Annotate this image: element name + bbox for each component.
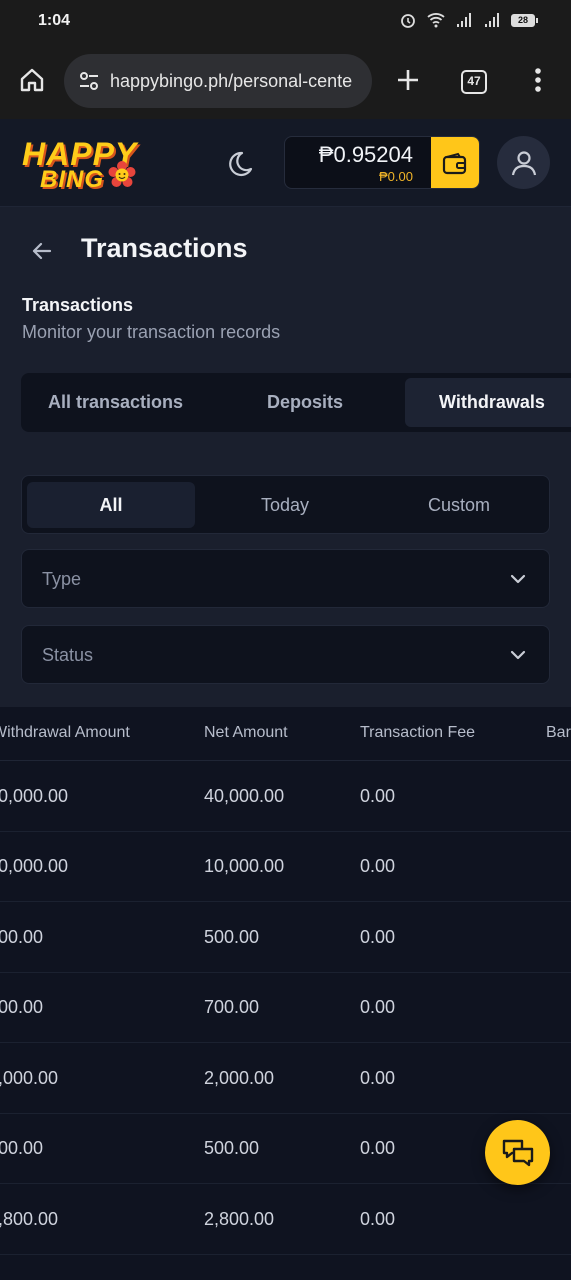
site-logo[interactable]: HAPPY BING (22, 137, 144, 193)
table-header: Withdrawal Amount Net Amount Transaction… (0, 707, 571, 761)
home-icon (20, 68, 44, 92)
chevron-down-icon (510, 574, 526, 584)
browser-toolbar: happybingo.ph/personal-cente 47 (0, 44, 571, 119)
cell-transaction-fee: 0.00 (360, 1209, 396, 1229)
home-button[interactable] (14, 62, 50, 98)
status-time: 1:04 (38, 12, 71, 29)
bonus-amount: ₱0.00 (379, 169, 413, 184)
type-select[interactable]: Type (21, 549, 550, 608)
battery-icon: 28 (511, 13, 538, 27)
cell-withdrawal-amount: 00.00 (0, 927, 44, 947)
table-row: 0,000.00 40,000.00 0.00 (0, 761, 571, 832)
page-title: Transactions (81, 233, 248, 263)
table-row: 00.00 700.00 0.00 (0, 972, 571, 1043)
url-bar[interactable]: happybingo.ph/personal-cente (64, 54, 372, 108)
cell-net-amount: 10,000.00 (204, 856, 285, 876)
plus-icon (398, 70, 418, 90)
cell-withdrawal-amount: 0,000.00 (0, 856, 69, 876)
tab-switcher-button[interactable]: 47 (461, 70, 487, 94)
cell-transaction-fee: 0.00 (360, 927, 396, 947)
date-filter: All Today Custom (21, 475, 550, 534)
wallet-button[interactable] (431, 137, 479, 188)
signal-icon (485, 13, 499, 27)
tune-icon[interactable] (78, 70, 100, 92)
section-subtitle: Monitor your transaction records (22, 322, 281, 342)
cell-withdrawal-amount: 00.00 (0, 997, 44, 1017)
cell-net-amount: 500.00 (204, 927, 260, 947)
browser-menu-button[interactable] (522, 62, 554, 98)
back-button[interactable] (28, 237, 56, 265)
cell-withdrawal-amount: ,800.00 (0, 1209, 59, 1229)
logo-text-bottom: BING (40, 166, 104, 193)
cell-transaction-fee: 0.00 (360, 856, 396, 876)
cell-net-amount: 700.00 (204, 997, 260, 1017)
cell-withdrawal-amount: 0,000.00 (0, 786, 69, 806)
column-header-bank: Bar (546, 724, 571, 741)
date-filter-all[interactable]: All (27, 482, 195, 528)
column-header-withdrawal-amount: Withdrawal Amount (0, 724, 130, 741)
cell-net-amount: 40,000.00 (204, 786, 285, 806)
status-select-placeholder: Status (42, 645, 94, 665)
cell-transaction-fee: 0.00 (360, 997, 396, 1017)
balance-amount: ₱0.95204 (318, 142, 413, 167)
site-header: HAPPY BING ₱0.95204 ₱0.00 (0, 119, 571, 207)
cell-net-amount: 2,000.00 (204, 1068, 275, 1088)
table-row: ,000.00 2,000.00 0.00 (0, 1043, 571, 1114)
chevron-down-icon (510, 650, 526, 660)
table-row: 00.00 500.00 0.00 (0, 902, 571, 973)
status-bar: 1:04 28 (0, 0, 571, 44)
theme-toggle-button[interactable] (222, 147, 256, 181)
new-tab-button[interactable] (390, 62, 426, 98)
wifi-icon (427, 13, 445, 28)
cell-withdrawal-amount: 00.00 (0, 1138, 44, 1158)
section-title: Transactions (22, 295, 134, 315)
chat-icon (502, 1139, 533, 1166)
cell-transaction-fee: 0.00 (360, 1068, 396, 1088)
cell-withdrawal-amount: ,000.00 (0, 1068, 59, 1088)
transactions-page: Transactions Transactions Monitor your t… (0, 207, 571, 707)
cell-transaction-fee: 0.00 (360, 786, 396, 806)
cell-net-amount: 500.00 (204, 1138, 260, 1158)
arrow-left-icon (32, 242, 52, 260)
signal-icon (457, 13, 471, 27)
table-row: 0,000.00 10,000.00 0.00 (0, 831, 571, 902)
more-vert-icon (535, 68, 541, 92)
column-header-transaction-fee: Transaction Fee (360, 724, 476, 741)
status-icons: 28 (399, 12, 538, 28)
alarm-icon (401, 14, 415, 28)
date-filter-today[interactable]: Today (201, 482, 369, 528)
column-header-net-amount: Net Amount (204, 724, 288, 741)
tab-deposits[interactable]: Deposits (267, 373, 343, 432)
user-icon (511, 150, 536, 175)
moon-icon (229, 151, 253, 177)
status-select[interactable]: Status (21, 625, 550, 684)
type-select-placeholder: Type (42, 569, 82, 589)
withdrawals-table[interactable]: Withdrawal Amount Net Amount Transaction… (0, 707, 571, 1280)
balance-panel[interactable]: ₱0.95204 ₱0.00 (284, 136, 480, 189)
chat-support-button[interactable] (485, 1120, 550, 1185)
cell-net-amount: 2,800.00 (204, 1209, 275, 1229)
tab-withdrawals[interactable]: Withdrawals (405, 378, 571, 427)
wallet-icon (442, 152, 467, 174)
date-filter-custom[interactable]: Custom (375, 482, 543, 528)
profile-button[interactable] (497, 136, 550, 189)
table-row: ,800.00 2,800.00 0.00 (0, 1184, 571, 1255)
url-text: happybingo.ph/personal-cente (110, 70, 353, 91)
tab-all-transactions[interactable]: All transactions (48, 373, 183, 432)
cell-transaction-fee: 0.00 (360, 1138, 396, 1158)
transaction-tabs: All transactions Deposits Withdrawals (21, 373, 571, 432)
flower-icon (108, 161, 136, 187)
